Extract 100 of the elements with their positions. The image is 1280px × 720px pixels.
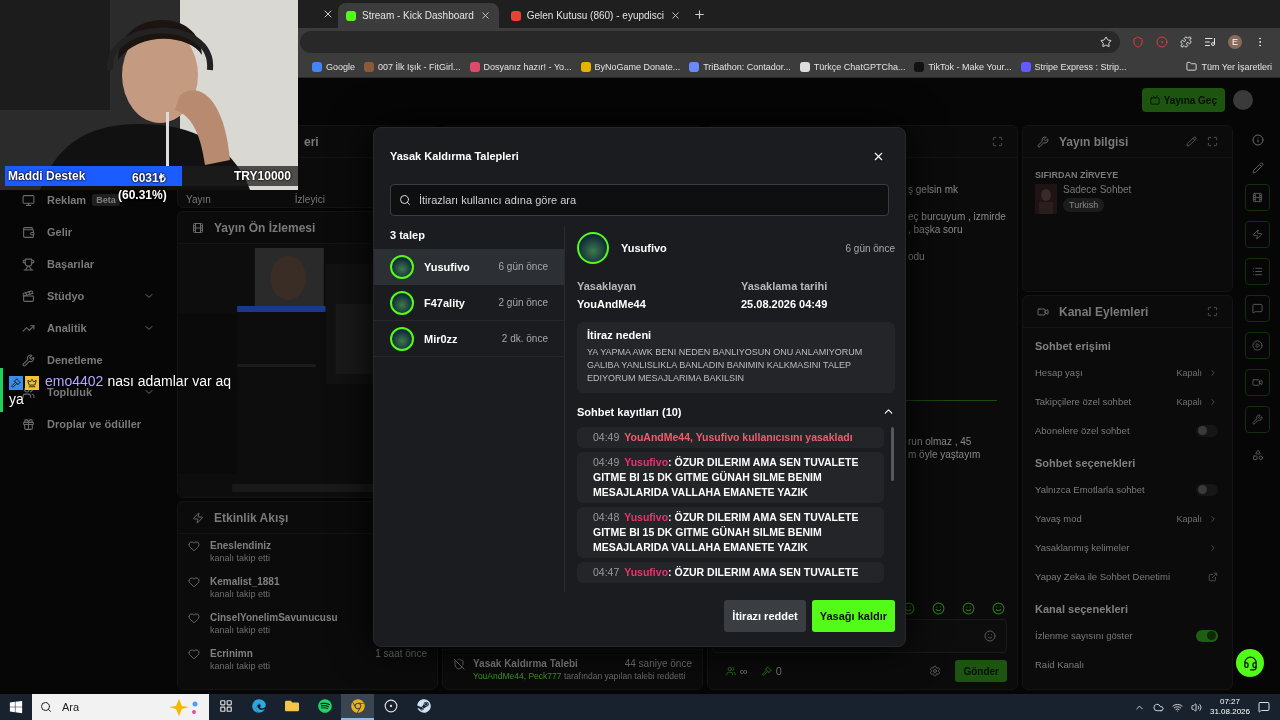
chat-log-entry: 04:48 Yusufivo: ÖZUR DILERIM AMA SEN TUVALETE GITME BI 15 DK GITME GÜNAH SILME BENIM MESAJLARIDA VALLAHA EMANETE YAZIK xyxy=(577,507,884,558)
scrollbar[interactable] xyxy=(891,427,894,481)
browser-icon xyxy=(251,699,266,713)
clapperboard-icon xyxy=(22,289,35,303)
edit-icon[interactable] xyxy=(1186,136,1197,147)
setting-label: İzlenme sayısını göster xyxy=(1035,630,1134,641)
close-icon[interactable] xyxy=(670,10,681,21)
headset-icon xyxy=(1242,655,1258,671)
setting-value[interactable]: Kapalı xyxy=(1176,513,1202,524)
activity-text: kanalı takip etti xyxy=(210,589,272,599)
search-field[interactable]: İtirazları kullanıcı adına göre ara xyxy=(390,184,889,216)
emote-icon[interactable] xyxy=(992,602,1005,615)
browser-tab[interactable]: Stream - Kick Dashboard xyxy=(338,3,499,28)
bookmark-folder[interactable]: Tüm Yer İşaretleri xyxy=(1186,61,1272,72)
user-avatar[interactable] xyxy=(1233,90,1253,110)
request-item[interactable]: Yusufivo 6 gün önce xyxy=(374,249,564,285)
bookmark[interactable]: ByNoGame Donate... xyxy=(580,61,681,72)
shapes-icon[interactable] xyxy=(1251,449,1264,461)
network-icon[interactable] xyxy=(1171,701,1183,713)
setting-label: Hesap yaşı xyxy=(1035,367,1084,378)
close-icon[interactable] xyxy=(479,10,491,21)
chevron-icon xyxy=(1208,367,1218,378)
settings-icon[interactable] xyxy=(929,665,942,677)
info-icon[interactable] xyxy=(1251,134,1264,146)
unban-button[interactable]: Yasağı kaldır xyxy=(811,600,895,632)
panel-toggle-button[interactable] xyxy=(1245,406,1270,433)
media-icon[interactable] xyxy=(1204,36,1216,48)
emote-icon[interactable] xyxy=(932,602,945,615)
panel-toggle-button[interactable] xyxy=(1245,295,1270,322)
request-item[interactable]: F47ality 2 gün önce xyxy=(374,285,564,321)
record-icon[interactable] xyxy=(1156,36,1168,48)
field-value: 25.08.2026 04:49 xyxy=(741,298,829,310)
request-item[interactable]: Mir0zz 2 dk. önce xyxy=(374,321,564,357)
setting-label[interactable]: Yapay Zeka ile Sohbet Denetimi xyxy=(1035,571,1202,582)
sidebar-item[interactable]: Droplar ve ödüller xyxy=(22,417,142,431)
toggle-switch[interactable] xyxy=(1196,629,1218,642)
browser-tab[interactable]: Gelen Kutusu (860) - eyupdisci xyxy=(502,3,689,28)
bookmark[interactable]: Türkçe ChatGPTCha... xyxy=(799,61,906,72)
cloud-icon[interactable] xyxy=(1152,701,1164,713)
new-tab-icon[interactable] xyxy=(693,7,706,21)
sidebar-item[interactable]: Başarılar xyxy=(22,257,95,271)
section-title: Sohbet seçenekleri xyxy=(1034,456,1137,471)
panel-title: eri xyxy=(304,134,319,149)
puzzle-icon[interactable] xyxy=(1180,36,1192,48)
bookmark[interactable]: Dosyanız hazır! - Yo... xyxy=(469,61,572,72)
chat-message: ş gelsin mk xyxy=(908,184,959,195)
heart-icon xyxy=(188,540,200,552)
sidebar-item[interactable]: Analitik xyxy=(22,321,87,335)
bookmark[interactable]: 007 İlk Işık - FitGirl... xyxy=(364,61,461,72)
panel-toggle-button[interactable] xyxy=(1245,332,1270,359)
language-tag: Turkish xyxy=(1063,198,1105,212)
clock[interactable]: 07:27 31.08.2026 xyxy=(1209,697,1250,717)
sidebar-item[interactable]: Denetleme xyxy=(22,353,103,367)
search-input[interactable]: İtirazları kullanıcı adına göre ara xyxy=(417,193,880,207)
expand-icon[interactable] xyxy=(1207,136,1218,147)
notifications-icon[interactable] xyxy=(1258,701,1270,713)
video-icon xyxy=(1037,305,1049,318)
setting-label[interactable]: Raid Kanalı xyxy=(1035,659,1218,670)
section-title: Kanal seçenekleri xyxy=(1034,602,1129,617)
chevron-icon xyxy=(1208,513,1218,524)
expand-icon[interactable] xyxy=(1207,306,1218,317)
panel-toggle-button[interactable] xyxy=(1245,258,1270,285)
setting-label: Yavaş mod xyxy=(1035,513,1083,524)
windows-icon[interactable] xyxy=(9,700,23,714)
sidebar-item[interactable]: Stüdyo xyxy=(22,289,85,303)
gift-icon xyxy=(22,417,35,431)
pencil-icon[interactable] xyxy=(1251,162,1264,174)
sidebar-item[interactable]: Topluluk xyxy=(22,385,92,399)
taskbar-search-field[interactable]: Ara xyxy=(32,694,209,720)
panel-toggle-button[interactable] xyxy=(1245,221,1270,248)
close-icon[interactable] xyxy=(322,8,334,20)
toggle-switch[interactable] xyxy=(1196,424,1218,437)
search-icon xyxy=(399,194,411,206)
bookmark[interactable]: TriBathon: Contador... xyxy=(689,61,791,72)
bookmark[interactable]: TikTok - Make Your... xyxy=(914,61,1012,72)
profile-avatar[interactable]: E xyxy=(1228,35,1242,49)
chat-log-entry: 04:49 Yusufivo: ÖZUR DILERIM AMA SEN TUVALETE GITME BI 15 DK GITME GÜNAH SILME BENIM MESAJLARIDA VALLAHA EMANETE YAZIK xyxy=(577,452,884,503)
bolt-icon xyxy=(192,511,204,524)
search-input[interactable]: Ara xyxy=(60,700,157,714)
shield-icon[interactable] xyxy=(1132,36,1144,48)
tv-icon xyxy=(1149,95,1160,105)
setting-value[interactable]: Kapalı xyxy=(1176,367,1202,378)
panel-title: Yayın Ön İzlemesi xyxy=(214,220,316,235)
smiley-icon[interactable] xyxy=(984,630,996,642)
follower-name: CinselYonelimSavunucusu xyxy=(210,612,339,623)
toggle-switch[interactable] xyxy=(1196,483,1218,496)
star-icon[interactable] xyxy=(1100,36,1112,48)
bookmark[interactable]: Stripe Express : Strip... xyxy=(1020,61,1127,72)
bookmark[interactable]: Google xyxy=(312,61,356,72)
emote-icon[interactable] xyxy=(962,602,975,615)
setting-label[interactable]: Yasaklanmış kelimeler xyxy=(1035,542,1202,553)
panel-toggle-button[interactable] xyxy=(1245,184,1270,211)
donation-label: Maddi Destek xyxy=(8,169,86,183)
reject-button[interactable]: İtirazı reddet xyxy=(724,600,806,632)
expand-icon[interactable] xyxy=(992,136,1003,147)
setting-value[interactable]: Kapalı xyxy=(1176,396,1202,407)
sidebar-item[interactable]: Gelir xyxy=(22,225,73,239)
panel-toggle-button[interactable] xyxy=(1245,369,1270,396)
volume-icon[interactable] xyxy=(1190,701,1202,713)
user-avatar xyxy=(390,326,414,351)
